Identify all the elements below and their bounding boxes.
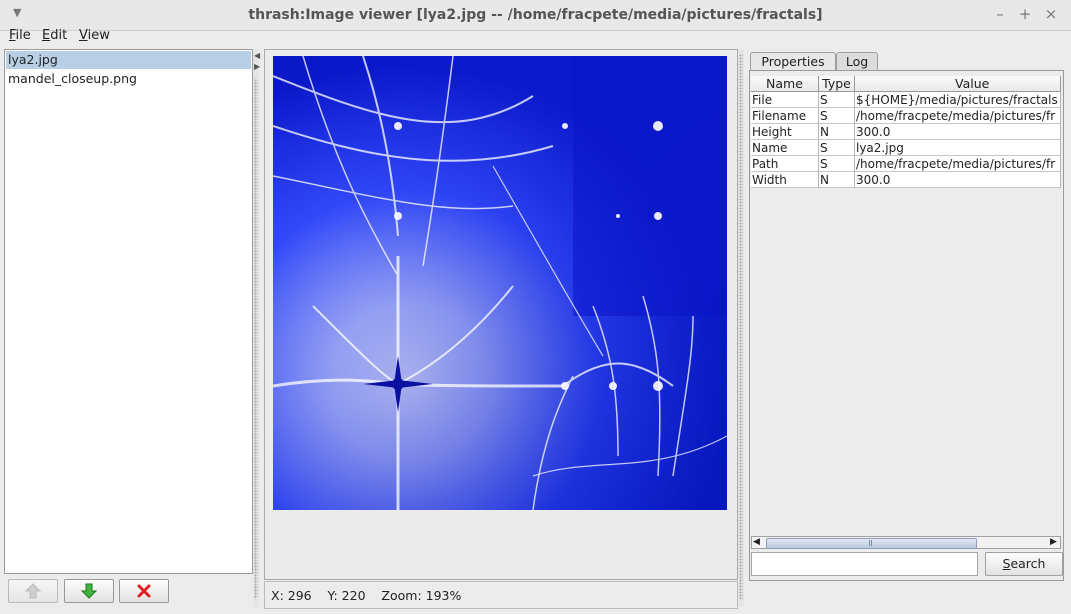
table-cell-value[interactable]: 300.0 xyxy=(855,124,1061,140)
menu-file[interactable]: File xyxy=(9,28,31,43)
horizontal-scrollbar[interactable]: ◀ ▶ xyxy=(751,536,1061,549)
maximize-icon[interactable]: + xyxy=(1016,5,1034,23)
close-icon[interactable]: × xyxy=(1042,5,1060,23)
table-cell-type[interactable]: S xyxy=(819,156,855,172)
table-cell-value[interactable]: /home/fracpete/media/pictures/fr xyxy=(855,108,1061,124)
menu-bar: File Edit View xyxy=(0,28,1071,47)
table-cell-type[interactable]: S xyxy=(819,92,855,108)
tab-log[interactable]: Log xyxy=(836,52,878,71)
left-splitter[interactable]: ◀ ▶ xyxy=(253,49,260,607)
file-list[interactable]: lya2.jpg mandel_closeup.png xyxy=(4,49,253,574)
thumb-grip xyxy=(871,540,872,546)
move-down-button[interactable] xyxy=(64,579,114,603)
thumb-grip xyxy=(869,540,870,546)
table-cell-type[interactable]: S xyxy=(819,108,855,124)
table-cell-name[interactable]: Height xyxy=(751,124,819,140)
table-cell-value[interactable]: lya2.jpg xyxy=(855,140,1061,156)
remove-button[interactable] xyxy=(119,579,169,603)
column-header-type[interactable]: Type xyxy=(819,76,855,92)
table-cell-type[interactable]: S xyxy=(819,140,855,156)
table-cell-name[interactable]: Path xyxy=(751,156,819,172)
menu-edit[interactable]: Edit xyxy=(42,28,67,43)
arrow-up-icon xyxy=(24,583,42,599)
collapse-left-icon[interactable]: ◀ xyxy=(254,52,260,60)
table-cell-value[interactable]: 300.0 xyxy=(855,172,1061,188)
table-cell-value[interactable]: /home/fracpete/media/pictures/fr xyxy=(855,156,1061,172)
title-bar: ▼ thrash:Image viewer [lya2.jpg -- /home… xyxy=(0,0,1071,31)
minimize-icon[interactable]: – xyxy=(991,5,1009,23)
expand-right-icon[interactable]: ▶ xyxy=(254,63,260,71)
list-item-lya2[interactable]: lya2.jpg xyxy=(6,51,251,69)
splitter-grip xyxy=(254,79,258,599)
fractal-image[interactable] xyxy=(273,56,727,510)
search-button[interactable]: Search xyxy=(985,552,1063,576)
splitter-grip xyxy=(739,54,743,599)
tab-properties[interactable]: Properties xyxy=(750,52,836,71)
right-splitter[interactable] xyxy=(738,49,744,607)
column-header-value[interactable]: Value xyxy=(855,76,1061,92)
list-item-mandel-closeup[interactable]: mandel_closeup.png xyxy=(6,70,251,88)
table-cell-name[interactable]: Name xyxy=(751,140,819,156)
column-header-name[interactable]: Name xyxy=(751,76,819,92)
table-cell-type[interactable]: N xyxy=(819,172,855,188)
move-up-button[interactable] xyxy=(8,579,58,603)
table-cell-name[interactable]: Filename xyxy=(751,108,819,124)
table-cell-name[interactable]: Width xyxy=(751,172,819,188)
table-cell-name[interactable]: File xyxy=(751,92,819,108)
status-bar: X: 296 Y: 220 Zoom: 193% xyxy=(264,581,738,609)
table-cell-type[interactable]: N xyxy=(819,124,855,140)
coordinates-zoom-status: X: 296 Y: 220 Zoom: 193% xyxy=(271,588,462,603)
table-cell-value[interactable]: ${HOME}/media/pictures/fractals xyxy=(855,92,1061,108)
arrow-down-icon xyxy=(80,583,98,599)
window-title: thrash:Image viewer [lya2.jpg -- /home/f… xyxy=(248,7,823,23)
scroll-left-icon[interactable]: ◀ xyxy=(753,537,760,548)
search-input[interactable] xyxy=(751,552,978,576)
scroll-thumb[interactable] xyxy=(766,538,977,549)
scroll-right-icon[interactable]: ▶ xyxy=(1050,537,1057,548)
menu-view[interactable]: View xyxy=(79,28,110,43)
red-x-icon xyxy=(137,584,151,598)
